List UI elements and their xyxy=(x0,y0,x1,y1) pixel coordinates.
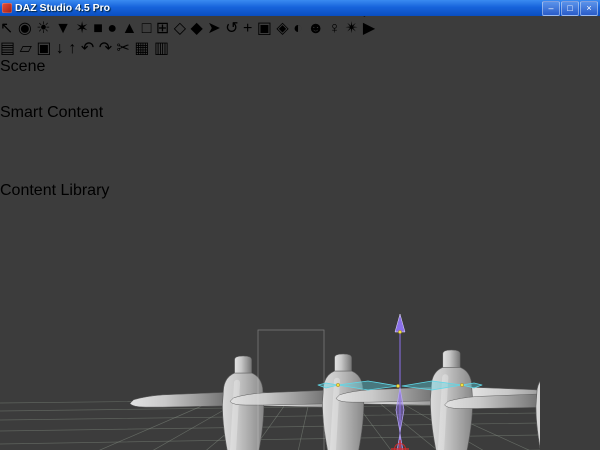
tab-scene[interactable]: Scene xyxy=(0,58,600,104)
figure-setup-icon[interactable]: ♀ xyxy=(329,20,341,37)
close-button[interactable]: × xyxy=(580,0,598,16)
create-cube-icon[interactable]: ■ xyxy=(93,20,103,37)
powerpose-tool-icon[interactable]: ☻ xyxy=(307,20,324,37)
viewport[interactable]: ◉ Default Camera ▾ ≡ ◐ + ↕ ⊕ ▣ ◎ Right xyxy=(0,270,600,450)
daz-studio-window: DAZ Studio 4.5 Pro – □ × File Edit Creat… xyxy=(0,0,600,450)
spot-render-tool-icon[interactable]: ◐ xyxy=(293,20,303,37)
redo-icon[interactable]: ↷ xyxy=(99,40,112,57)
create-bone-icon[interactable]: ◆ xyxy=(191,20,203,37)
tab-smart-content[interactable]: Smart Content xyxy=(0,104,600,182)
point-light-icon[interactable]: ✶ xyxy=(75,20,88,37)
create-sphere-icon[interactable]: ● xyxy=(107,20,117,37)
left-dock-tabs: Scene Smart Content Content Library xyxy=(0,58,600,270)
tab-scene-label: Scene xyxy=(0,58,46,75)
selection-bounding-box xyxy=(257,329,325,450)
distant-light-icon[interactable]: ☀ xyxy=(36,20,50,37)
cut-icon[interactable]: ✂ xyxy=(117,40,130,57)
viewport-canvas[interactable] xyxy=(0,270,540,450)
surface-selection-tool-icon[interactable]: ◈ xyxy=(276,20,288,37)
scale-tool-icon[interactable]: ▣ xyxy=(257,20,272,37)
render-button-icon[interactable]: ▶ xyxy=(363,20,375,37)
copy-icon[interactable]: ▦ xyxy=(134,40,149,57)
maximize-button[interactable]: □ xyxy=(561,0,579,16)
node-selection-tool-icon[interactable]: ➤ xyxy=(207,20,220,37)
rotate-tool-icon[interactable]: ↺ xyxy=(225,20,238,37)
window-title: DAZ Studio 4.5 Pro xyxy=(15,2,111,14)
spotlight-icon[interactable]: ▼ xyxy=(55,20,71,37)
window-titlebar[interactable]: DAZ Studio 4.5 Pro – □ × xyxy=(0,0,600,16)
tab-smart-content-label: Smart Content xyxy=(0,104,104,121)
open-file-icon[interactable]: ▱ xyxy=(20,40,32,57)
new-camera-icon[interactable]: ◉ xyxy=(18,20,32,37)
export-icon[interactable]: ↑ xyxy=(68,40,76,57)
main-toolbar: ↖ ◉ ☀ ▼ ✶ ■ ● ▲ □ ⊞ ◇ ◆ ➤ ↺ + ▣ ◈ ◐ ☻ ♀ … xyxy=(0,18,600,38)
create-plane-icon[interactable]: □ xyxy=(142,20,152,37)
undo-icon[interactable]: ↶ xyxy=(81,40,94,57)
smart-content-wand-icon[interactable]: ✴ xyxy=(345,20,358,37)
paste-icon[interactable]: ▥ xyxy=(154,40,169,57)
new-file-icon[interactable]: ▤ xyxy=(0,40,15,57)
file-toolbar-vertical: ▤ ▱ ▣ ↓ ↑ ↶ ↷ ✂ ▦ ▥ xyxy=(0,38,600,58)
selected-node-crosshair xyxy=(391,440,409,450)
figure-2[interactable] xyxy=(230,354,456,450)
minimize-button[interactable]: – xyxy=(542,0,560,16)
save-file-icon[interactable]: ▣ xyxy=(36,40,51,57)
app-icon xyxy=(2,3,12,13)
tab-content-library-label: Content Library xyxy=(0,182,110,199)
create-cone-icon[interactable]: ▲ xyxy=(121,20,137,37)
translate-tool-icon[interactable]: + xyxy=(243,20,252,37)
tab-content-library[interactable]: Content Library xyxy=(0,182,600,270)
import-icon[interactable]: ↓ xyxy=(56,40,64,57)
create-null-icon[interactable]: ◇ xyxy=(174,20,186,37)
create-group-icon[interactable]: ⊞ xyxy=(156,20,169,37)
whats-this-tool-icon[interactable]: ↖ xyxy=(0,20,13,37)
